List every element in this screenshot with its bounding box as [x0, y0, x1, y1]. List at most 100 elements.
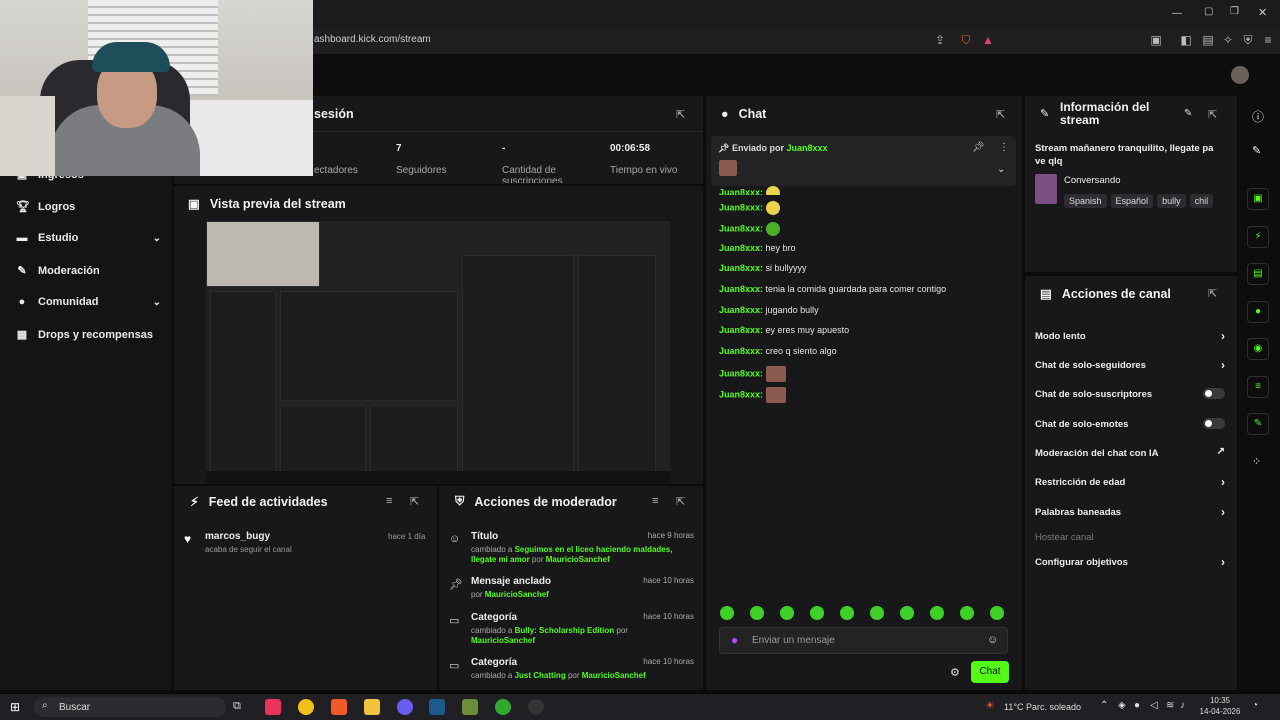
send-chat-button[interactable]: Chat [971, 661, 1009, 683]
window-restore-button[interactable]: ❐ [1230, 6, 1239, 17]
edit-icon[interactable]: ✎ [1184, 108, 1192, 119]
rail-wrench-icon[interactable]: ✎ [1247, 413, 1269, 435]
stream-title: Stream mañanero tranquilito, llegate pa … [1035, 143, 1214, 167]
mic-icon[interactable]: ● [1134, 700, 1140, 711]
mod-action-row: ▭ Categoría hace 10 horas cambiado a Bul… [449, 612, 694, 645]
pencil-icon[interactable]: ✎ [1252, 144, 1261, 157]
stat-live-time-label: Tiempo en vivo [610, 165, 678, 176]
screenshot-icon[interactable]: ▣ [1148, 32, 1164, 48]
action-subscribers-only[interactable]: Chat de solo-suscriptores [1035, 388, 1225, 400]
rail-bolt-icon[interactable]: ⚡︎ [1247, 226, 1269, 248]
music-app-icon[interactable] [265, 699, 281, 715]
chat-input[interactable]: Enviar un mensaje [752, 635, 835, 646]
extensions-icon[interactable]: ✧ [1220, 32, 1236, 48]
microphone-icon[interactable]: ● [731, 633, 738, 647]
action-ai-moderation[interactable]: Moderación del chat con IA ↗ [1035, 446, 1225, 459]
mod-action-row: ▭ Categoría hace 10 horas cambiado a Jus… [449, 657, 694, 680]
feed-user[interactable]: marcos_bugy [205, 531, 270, 542]
action-emotes-only[interactable]: Chat de solo-emotes [1035, 418, 1225, 430]
wrench-icon: ✎ [17, 265, 27, 277]
emote-button[interactable] [780, 606, 794, 620]
taskbar-search-text[interactable]: Buscar [59, 702, 90, 713]
tray-overflow-icon[interactable]: ⌃ [1100, 700, 1108, 711]
info-icon[interactable]: ⓘ [1252, 108, 1264, 125]
emote-button[interactable] [930, 606, 944, 620]
expand-icon[interactable]: ⇱ [410, 495, 419, 508]
sidebar-item-drops[interactable]: ▦ Drops y recompensas [16, 328, 161, 342]
rewards-icon[interactable]: ▲ [980, 32, 996, 48]
notification-icon[interactable]: ◔ [1252, 700, 1258, 711]
emote-button[interactable] [840, 606, 854, 620]
avatar[interactable] [1231, 66, 1249, 84]
emoji-picker-icon[interactable]: ☺ [987, 634, 998, 646]
speaker-icon[interactable]: ◁ [1150, 700, 1158, 711]
brave-icon[interactable] [331, 699, 347, 715]
rail-document-icon[interactable]: ▤ [1247, 263, 1269, 285]
more-icon[interactable]: ⋮ [999, 142, 1009, 153]
file-explorer-icon[interactable] [364, 699, 380, 715]
gear-icon[interactable]: ⚙ [950, 666, 960, 679]
task-view-icon[interactable]: ⧉ [233, 700, 241, 713]
emote-button[interactable] [870, 606, 884, 620]
emote-button[interactable] [720, 606, 734, 620]
emotes-only-toggle[interactable] [1203, 418, 1225, 429]
rail-preview-icon[interactable]: ▣ [1247, 188, 1269, 210]
weather-text[interactable]: 11°C Parc. soleado [1004, 702, 1081, 712]
rail-chat-icon[interactable]: ● [1247, 301, 1269, 323]
expand-icon[interactable]: ⇱ [676, 108, 685, 121]
sidebar-item-logros[interactable]: 🏆︎ Logros [16, 200, 161, 214]
expand-icon[interactable]: ⇱ [996, 108, 1005, 121]
steam-icon[interactable] [429, 699, 445, 715]
share-icon[interactable]: ⇪ [932, 32, 948, 48]
window-close-button[interactable]: ✕ [1258, 6, 1267, 19]
emote-button[interactable] [810, 606, 824, 620]
expand-icon[interactable]: ⇱ [676, 495, 685, 508]
action-age-restriction[interactable]: Restricción de edad › [1035, 475, 1225, 489]
volume-icon[interactable]: ♪ [1180, 700, 1185, 711]
action-banned-words[interactable]: Palabras baneadas › [1035, 505, 1225, 519]
brave-shield-icon[interactable]: ⛉ [958, 32, 974, 48]
filter-icon[interactable]: ≡ [652, 495, 658, 507]
emote-button[interactable] [960, 606, 974, 620]
minecraft-icon[interactable] [462, 699, 478, 715]
wallet-icon[interactable]: ▤ [1200, 32, 1216, 48]
clock-time[interactable]: 10:35 [1198, 696, 1242, 705]
clock-date[interactable]: 14-04-2026 [1198, 707, 1242, 716]
customize-icon[interactable]: ⁘ [1252, 455, 1261, 468]
wifi-icon[interactable]: ≋ [1166, 700, 1174, 711]
action-slow-mode[interactable]: Modo lento › [1035, 329, 1225, 343]
emote [765, 201, 780, 215]
action-host-channel[interactable]: Hostear canal [1035, 532, 1225, 543]
window-maximize-button[interactable]: ▢ [1204, 6, 1213, 17]
action-configure-goals[interactable]: Configurar objetivos › [1035, 555, 1225, 569]
xbox-icon[interactable] [495, 699, 511, 715]
network-icon[interactable]: ◈ [1118, 700, 1126, 711]
expand-icon[interactable]: ⇱ [1208, 287, 1217, 300]
sidebar-item-estudio[interactable]: ▬ Estudio ⌄ [16, 232, 162, 244]
windows-start-icon[interactable]: ⊞ [10, 700, 20, 714]
person-cap [92, 42, 170, 72]
unpin-icon[interactable]: 📌︎ [972, 142, 985, 153]
subscribers-only-toggle[interactable] [1203, 388, 1225, 399]
url-text[interactable]: ashboard.kick.com/stream [314, 34, 431, 45]
sidebar-item-comunidad[interactable]: ● Comunidad ⌄ [16, 296, 161, 308]
obs-icon[interactable] [528, 699, 544, 715]
window-minimize-button[interactable]: — [1172, 8, 1182, 19]
discord-icon[interactable] [397, 699, 413, 715]
filter-icon[interactable]: ≡ [386, 495, 392, 507]
expand-icon[interactable]: ⇱ [1208, 108, 1217, 121]
sidebar-item-moderacion[interactable]: ✎ Moderación [16, 264, 161, 278]
chat-message: Juan8xxx: [719, 366, 786, 382]
rail-broadcast-icon[interactable]: ◉ [1247, 338, 1269, 360]
sidebar-toggle-icon[interactable]: ◧ [1178, 32, 1194, 48]
chevron-down-icon[interactable]: ⌄ [997, 164, 1005, 175]
chrome-icon[interactable] [298, 699, 314, 715]
stream-preview-video[interactable] [206, 221, 670, 483]
emote-button[interactable] [990, 606, 1004, 620]
vpn-icon[interactable]: ⛨ [1240, 32, 1256, 48]
menu-icon[interactable]: ≡ [1260, 32, 1276, 48]
emote-button[interactable] [750, 606, 764, 620]
emote-button[interactable] [900, 606, 914, 620]
rail-list-icon[interactable]: ≡ [1247, 376, 1269, 398]
action-followers-only[interactable]: Chat de solo-seguidores › [1035, 358, 1225, 372]
